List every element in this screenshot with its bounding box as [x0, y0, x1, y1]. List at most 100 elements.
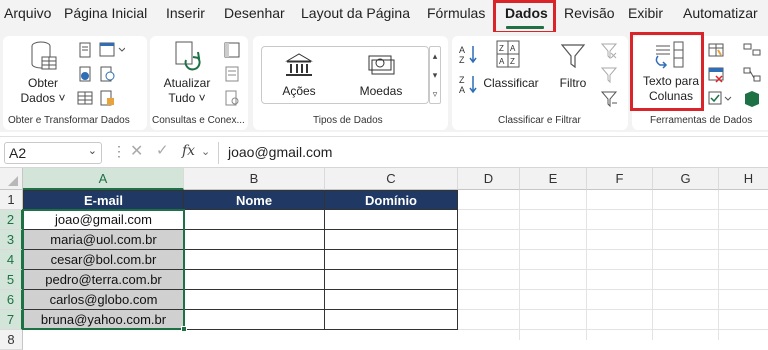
cell-c1-header-dominio[interactable]: Domínio	[325, 190, 458, 210]
tab-automatizar[interactable]: Automatizar	[683, 5, 758, 21]
cell-b2[interactable]	[184, 210, 325, 230]
tab-exibir[interactable]: Exibir	[628, 5, 663, 21]
cell-c5[interactable]	[325, 270, 458, 290]
worksheet-grid: A B C D E F G H 1 2 3 4 5 6 7 8 E-mail N…	[0, 168, 768, 350]
data-model-icon[interactable]	[742, 90, 762, 108]
currencies-icon[interactable]	[367, 52, 395, 78]
sort-az-icon[interactable]: A Z	[458, 44, 480, 64]
cell-c2[interactable]	[325, 210, 458, 230]
obter-dados-button[interactable]: Obter Dados ˅	[15, 76, 71, 106]
row-header-8[interactable]: 8	[0, 330, 23, 350]
remove-duplicates-icon[interactable]	[708, 66, 726, 84]
cell-a7-email[interactable]: bruna@yahoo.com.br	[23, 310, 184, 330]
row-header-3[interactable]: 3	[0, 230, 23, 250]
name-box[interactable]: A2 ⌄	[4, 142, 102, 164]
database-icon[interactable]	[29, 40, 59, 74]
acoes-button[interactable]: Ações	[275, 84, 323, 99]
group-obter-transformar: Obter Dados ˅ Obter e Transformar Dados	[3, 36, 147, 130]
advanced-filter-icon[interactable]	[600, 90, 618, 108]
cell-c4[interactable]	[325, 250, 458, 270]
formula-input[interactable]: joao@gmail.com	[222, 142, 762, 164]
column-header-a[interactable]: A	[23, 168, 184, 190]
cell-c3[interactable]	[325, 230, 458, 250]
cell-a6-email[interactable]: carlos@globo.com	[23, 290, 184, 310]
cell-b3[interactable]	[184, 230, 325, 250]
sort-za-icon[interactable]: Z A	[458, 74, 480, 94]
chevron-down-icon[interactable]: ⌄	[88, 144, 97, 157]
cell-b1-header-nome[interactable]: Nome	[184, 190, 325, 210]
existing-connections-icon[interactable]	[99, 90, 115, 106]
cell-b5[interactable]	[184, 270, 325, 290]
column-header-b[interactable]: B	[184, 168, 325, 190]
cell-a3-email[interactable]: maria@uol.com.br	[23, 230, 184, 250]
flash-fill-icon[interactable]	[708, 42, 726, 60]
clear-filter-icon[interactable]	[600, 42, 618, 60]
queries-connections-icon[interactable]	[224, 42, 240, 58]
column-header-e[interactable]: E	[520, 168, 587, 190]
cell-b6[interactable]	[184, 290, 325, 310]
sort-dialog-icon[interactable]: Z A A Z	[496, 40, 522, 72]
cell-c6[interactable]	[325, 290, 458, 310]
highlight-box-dados-tab	[493, 0, 556, 34]
column-header-g[interactable]: G	[653, 168, 719, 190]
gallery-down-icon[interactable]: ▾	[430, 66, 440, 85]
row-header-2[interactable]: 2	[0, 210, 23, 230]
moedas-button[interactable]: Moedas	[353, 84, 409, 99]
recent-sources-icon[interactable]	[99, 66, 115, 82]
gridline	[458, 289, 768, 290]
enter-icon[interactable]: ✓	[156, 141, 169, 159]
cell-b4[interactable]	[184, 250, 325, 270]
fx-chevron-icon[interactable]: ⌄	[201, 145, 210, 158]
refresh-all-icon[interactable]	[172, 40, 204, 74]
column-header-f[interactable]: F	[587, 168, 653, 190]
column-header-d[interactable]: D	[458, 168, 520, 190]
row-header-1[interactable]: 1	[0, 190, 23, 210]
stocks-icon[interactable]	[285, 52, 313, 78]
from-info-icon[interactable]	[77, 66, 93, 82]
properties-icon[interactable]	[224, 66, 240, 82]
cell-a2-email[interactable]: joao@gmail.com	[23, 210, 184, 230]
classificar-button[interactable]: Classificar	[482, 76, 540, 91]
more-options-icon[interactable]: ⋮	[112, 143, 126, 160]
fill-handle[interactable]	[181, 326, 187, 332]
filtro-button[interactable]: Filtro	[556, 76, 590, 91]
tab-arquivo[interactable]: Arquivo	[4, 5, 51, 21]
cell-a5-email[interactable]: pedro@terra.com.br	[23, 270, 184, 290]
row-header-5[interactable]: 5	[0, 270, 23, 290]
tab-formulas[interactable]: Fórmulas	[427, 5, 485, 21]
data-validation-icon[interactable]	[708, 90, 734, 108]
column-header-h[interactable]: H	[719, 168, 768, 190]
tab-inserir[interactable]: Inserir	[166, 5, 205, 21]
cell-a1-header-email[interactable]: E-mail	[23, 190, 184, 210]
gridline	[718, 190, 719, 340]
row-header-7[interactable]: 7	[0, 310, 23, 330]
tab-revisao[interactable]: Revisão	[564, 5, 615, 21]
tab-layout-da-pagina[interactable]: Layout da Página	[301, 5, 410, 21]
gallery-up-icon[interactable]: ▴	[430, 47, 440, 66]
gridline	[458, 229, 768, 230]
insert-function-icon[interactable]: fx	[182, 143, 195, 159]
select-all-icon	[8, 176, 18, 186]
cell-b7[interactable]	[184, 310, 325, 330]
gallery-scroll[interactable]: ▴ ▾ ▿	[429, 46, 441, 104]
relationships-icon[interactable]	[742, 66, 762, 84]
from-table-icon[interactable]	[77, 90, 93, 106]
gallery-more-icon[interactable]: ▿	[430, 85, 440, 104]
filter-icon[interactable]	[560, 42, 586, 70]
cell-a4-email[interactable]: cesar@bol.com.br	[23, 250, 184, 270]
row-header-6[interactable]: 6	[0, 290, 23, 310]
select-all-button[interactable]	[0, 168, 23, 190]
cancel-icon[interactable]: ✕	[130, 141, 143, 161]
column-header-c[interactable]: C	[325, 168, 458, 190]
tab-desenhar[interactable]: Desenhar	[224, 5, 285, 21]
from-web-icon[interactable]	[99, 42, 125, 58]
edit-links-icon[interactable]	[224, 90, 240, 106]
consolidate-icon[interactable]	[742, 42, 762, 60]
reapply-filter-icon[interactable]	[600, 66, 618, 84]
row-header-4[interactable]: 4	[0, 250, 23, 270]
atualizar-tudo-button[interactable]: Atualizar Tudo ˅	[156, 76, 218, 106]
formula-bar: A2 ⌄ ⋮ ✕ ✓ fx ⌄ joao@gmail.com	[0, 136, 768, 168]
cell-c7[interactable]	[325, 310, 458, 330]
from-text-icon[interactable]	[77, 42, 93, 58]
tab-pagina-inicial[interactable]: Página Inicial	[64, 5, 147, 21]
